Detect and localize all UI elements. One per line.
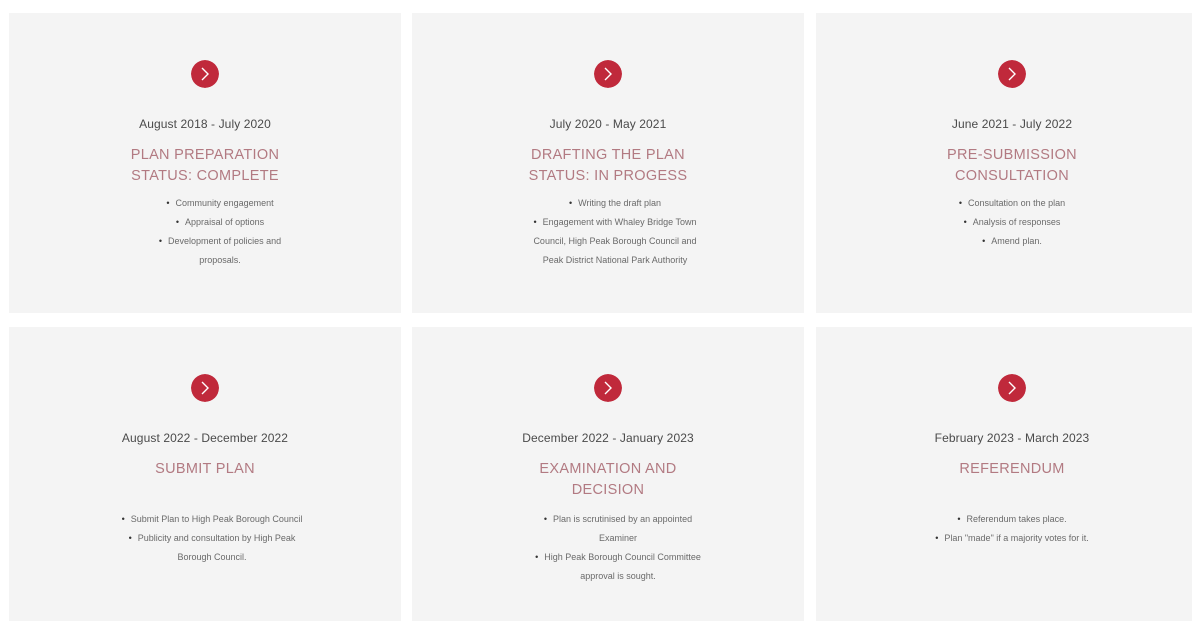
list-item: Engagement with Whaley Bridge Town Counc… (522, 213, 708, 270)
stage-card-plan-preparation: August 2018 - July 2020 PLAN PREPARATION… (9, 13, 401, 313)
stage-items: Plan is scrutinised by an appointed Exam… (528, 510, 708, 586)
chevron-right-icon[interactable] (998, 60, 1026, 88)
timeline-grid: August 2018 - July 2020 PLAN PREPARATION… (0, 0, 1192, 621)
stage-title: DRAFTING THE PLAN STATUS: IN PROGESS (528, 147, 688, 184)
chevron-right-icon[interactable] (594, 60, 622, 88)
list-item: High Peak Borough Council Committee appr… (528, 548, 708, 586)
stage-title: REFERENDUM (959, 461, 1065, 477)
stage-date: June 2021 - July 2022 (951, 117, 1073, 131)
list-item: Community engagement (139, 194, 301, 213)
stage-items: Writing the draft plan Engagement with W… (522, 194, 708, 270)
stage-card-pre-submission: June 2021 - July 2022 PRE-SUBMISSION CON… (816, 13, 1192, 313)
stage-card-drafting: July 2020 - May 2021 DRAFTING THE PLAN S… (412, 13, 804, 313)
stage-card-submit-plan: August 2022 - December 2022 SUBMIT PLAN … (9, 327, 401, 621)
chevron-right-icon[interactable] (594, 374, 622, 402)
stage-date: December 2022 - January 2023 (522, 431, 694, 445)
list-item: Referendum takes place. (876, 510, 1148, 529)
list-item: Plan is scrutinised by an appointed Exam… (528, 510, 708, 548)
stage-date: July 2020 - May 2021 (549, 117, 667, 131)
stage-items: Community engagement Appraisal of option… (139, 194, 301, 270)
list-item: Development of policies and proposals. (139, 232, 301, 270)
chevron-right-icon[interactable] (191, 374, 219, 402)
chevron-right-icon[interactable] (998, 374, 1026, 402)
stage-title: PRE-SUBMISSION CONSULTATION (947, 147, 1077, 184)
stage-title: PLAN PREPARATION STATUS: COMPLETE (130, 147, 280, 184)
stage-card-examination: December 2022 - January 2023 EXAMINATION… (412, 327, 804, 621)
list-item: Consultation on the plan (926, 194, 1098, 213)
stage-items: Consultation on the plan Analysis of res… (926, 194, 1098, 251)
list-item: Amend plan. (926, 232, 1098, 251)
list-item: Writing the draft plan (522, 194, 708, 213)
list-item: Submit Plan to High Peak Borough Council (119, 510, 305, 529)
stage-card-referendum: February 2023 - March 2023 REFERENDUM Re… (816, 327, 1192, 621)
list-item: Plan "made" if a majority votes for it. (876, 529, 1148, 548)
stage-date: August 2022 - December 2022 (121, 431, 289, 445)
chevron-right-icon[interactable] (191, 60, 219, 88)
stage-items: Referendum takes place. Plan "made" if a… (876, 510, 1148, 548)
list-item: Publicity and consultation by High Peak … (119, 529, 305, 567)
stage-title: EXAMINATION AND DECISION (539, 461, 677, 498)
stage-title: SUBMIT PLAN (155, 461, 255, 477)
stage-items: Submit Plan to High Peak Borough Council… (119, 510, 305, 567)
list-item: Appraisal of options (139, 213, 301, 232)
stage-date: August 2018 - July 2020 (139, 117, 271, 131)
stage-date: February 2023 - March 2023 (934, 431, 1090, 445)
list-item: Analysis of responses (926, 213, 1098, 232)
